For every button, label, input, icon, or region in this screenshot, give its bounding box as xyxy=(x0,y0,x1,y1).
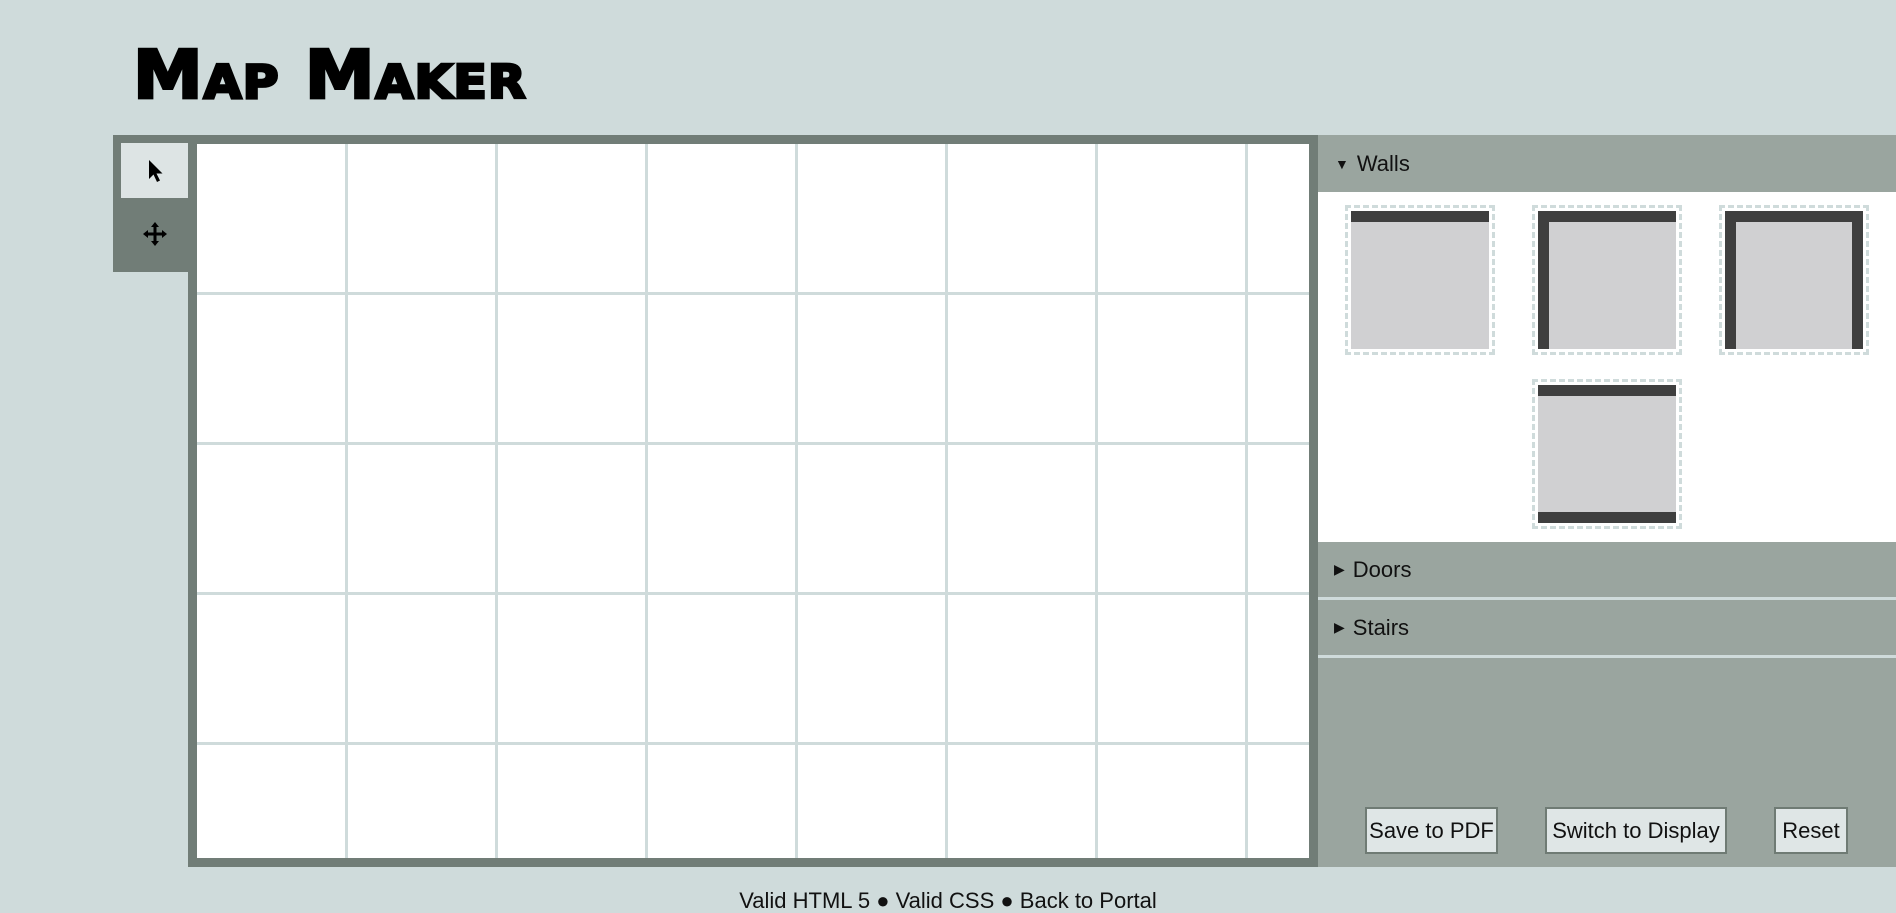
doors-section-header[interactable]: ▶ Doors xyxy=(1318,542,1896,600)
grid-line-vertical xyxy=(495,144,498,858)
wall-tile-preview xyxy=(1538,385,1676,523)
map-grid-frame xyxy=(188,135,1318,867)
grid-line-horizontal xyxy=(197,742,1309,745)
select-tool-button[interactable] xyxy=(121,143,188,198)
pointer-arrow-icon xyxy=(148,159,162,182)
footer-separator: ● xyxy=(1000,888,1014,913)
map-grid[interactable] xyxy=(197,144,1309,858)
wall-tile-top-left-right[interactable] xyxy=(1719,205,1869,355)
wall-tile-top-bottom[interactable] xyxy=(1532,379,1682,529)
walls-section-label: Walls xyxy=(1356,150,1410,176)
wall-tile-top[interactable] xyxy=(1345,205,1495,355)
grid-line-vertical xyxy=(1245,144,1248,858)
toolbox xyxy=(113,135,190,272)
footer: Valid HTML 5 ● Valid CSS ● Back to Porta… xyxy=(0,888,1896,913)
grid-line-vertical xyxy=(645,144,648,858)
caret-down-icon: ▼ xyxy=(1335,155,1349,172)
doors-section-label: Doors xyxy=(1352,556,1412,582)
save-pdf-button[interactable]: Save to PDF xyxy=(1365,807,1498,854)
move-tool-button[interactable] xyxy=(121,206,188,261)
grid-line-horizontal xyxy=(197,592,1309,595)
stairs-section-label: Stairs xyxy=(1352,614,1410,640)
caret-right-icon: ▶ xyxy=(1334,561,1345,577)
caret-right-icon: ▶ xyxy=(1334,619,1345,635)
grid-line-vertical xyxy=(1095,144,1098,858)
page-title: Map Maker xyxy=(132,35,528,116)
tile-palette-sidebar: ▼ Walls ▶ Doors ▶ Stairs Save to PDF Swi… xyxy=(1318,135,1896,867)
grid-line-vertical xyxy=(795,144,798,858)
grid-line-vertical xyxy=(945,144,948,858)
footer-separator: ● xyxy=(876,888,890,913)
valid-html-link[interactable]: Valid HTML 5 xyxy=(739,888,870,913)
walls-section-header[interactable]: ▼ Walls xyxy=(1318,135,1896,192)
valid-css-link[interactable]: Valid CSS xyxy=(896,888,995,913)
wall-tile-top-left[interactable] xyxy=(1532,205,1682,355)
grid-line-horizontal xyxy=(197,292,1309,295)
wall-tile-preview xyxy=(1725,211,1863,349)
wall-tile-preview xyxy=(1538,211,1676,349)
back-to-portal-link[interactable]: Back to Portal xyxy=(1020,888,1157,913)
grid-line-horizontal xyxy=(197,442,1309,445)
wall-tile-preview xyxy=(1351,211,1489,349)
switch-display-button[interactable]: Switch to Display xyxy=(1545,807,1727,854)
reset-button[interactable]: Reset xyxy=(1774,807,1848,854)
move-arrows-icon xyxy=(142,221,167,246)
stairs-section-header[interactable]: ▶ Stairs xyxy=(1318,600,1896,658)
walls-tile-list xyxy=(1318,192,1896,542)
grid-line-vertical xyxy=(345,144,348,858)
